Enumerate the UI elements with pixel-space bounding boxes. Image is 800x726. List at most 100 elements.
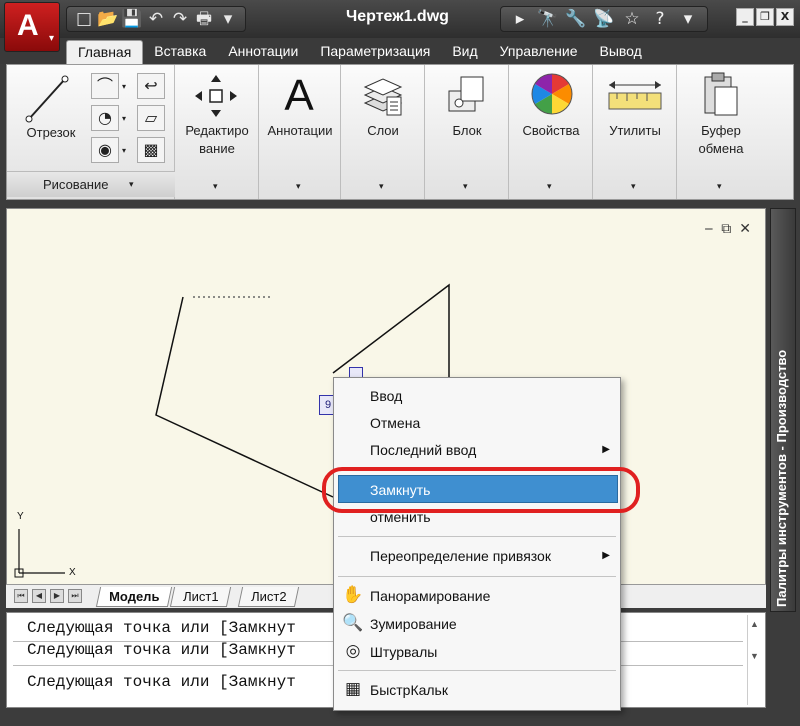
plot-icon[interactable]: 🖶 [193,7,215,31]
last-layout-icon[interactable]: ⏭ [68,589,82,603]
steeringwheel-icon: ◎ [345,641,361,661]
menu-separator [338,670,616,671]
menu-item-enter[interactable]: Ввод [370,388,402,404]
measure-icon [608,81,662,110]
menu-item-steeringwheels[interactable]: Штурвалы [370,644,437,660]
redo-icon[interactable]: ↷ [169,7,191,31]
hatch-icon[interactable]: ▩ [137,137,165,163]
menu-separator [338,576,616,577]
clipboard-panel[interactable]: Буфер обмена ▾ [677,65,793,199]
tab-model-label: Модель [109,589,160,604]
expand-icon[interactable]: ▸ [509,7,531,31]
line-tool-label[interactable]: Отрезок [15,125,87,140]
block-panel[interactable]: Блок ▾ [425,65,509,199]
tab-model[interactable]: Модель [95,587,173,607]
ucs-x-label: X [69,567,76,578]
minimize-icon[interactable]: _ [736,8,754,26]
polyline-dropdown-icon[interactable]: ▾ [122,82,126,91]
window-title: Чертеж1.dwg [346,8,449,25]
close-icon[interactable]: X [776,8,794,26]
rectangle-icon[interactable]: ▱ [137,105,165,131]
ribbon-tabs: Главная Вставка Аннотации Параметризация… [66,40,653,64]
menu-separator [338,536,616,537]
wrench-icon[interactable]: 🔧 [565,7,587,31]
title-bar: □ 📂 💾 ↶ ↷ 🖶 ▾ Чертеж1.dwg ▸ 🔭 🔧 📡 ☆ ? ▾ … [0,0,800,38]
restore-icon[interactable]: ❐ [756,8,774,26]
clipboard-caret-icon: ▾ [717,181,722,191]
tab-sheet1[interactable]: Лист1 [169,587,232,607]
satellite-icon[interactable]: 📡 [593,7,615,31]
command-prompt-line[interactable]: Следующая точка или [Замкнут [27,673,296,691]
scroll-up-icon[interactable]: ▲ [750,619,759,629]
app-menu-caret-icon: ▾ [48,33,54,44]
menu-item-snap-overrides[interactable]: Переопределение привязок [370,548,551,564]
application-menu-button[interactable]: A ▾ [4,2,60,52]
properties-caret-icon: ▾ [547,181,552,191]
next-layout-icon[interactable]: ▶ [50,589,64,603]
tool-palette-label: Палитры инструментов - Производство [774,349,789,607]
polyline-icon[interactable]: ⌒ [91,73,119,99]
ucs-y-label: Y [17,511,24,522]
tab-view[interactable]: Вид [441,40,488,64]
help-dropdown-icon[interactable]: ▾ [677,7,699,31]
modify-label-line1: Редактиро [185,123,249,138]
line-tool-icon[interactable] [23,73,71,125]
new-file-icon[interactable]: □ [73,7,95,31]
tab-parametric[interactable]: Параметризация [309,40,441,64]
tab-sheet1-label: Лист1 [183,589,219,604]
circle-dropdown-icon[interactable]: ▾ [122,114,126,123]
ellipse-icon[interactable]: ◉ [91,137,119,163]
ellipse-dropdown-icon[interactable]: ▾ [122,146,126,155]
command-scrollbar[interactable]: ▲ ▼ [747,615,763,705]
command-history-line: Следующая точка или [Замкнут [27,619,296,637]
first-layout-icon[interactable]: ⏮ [14,589,28,603]
open-file-icon[interactable]: 📂 [97,7,119,31]
block-label: Блок [452,123,482,138]
utilities-caret-icon: ▾ [631,181,636,191]
annotation-label: Аннотации [267,123,333,138]
tab-insert[interactable]: Вставка [143,40,217,64]
modify-caret-icon: ▾ [213,181,218,191]
favorites-star-icon[interactable]: ☆ [621,7,643,31]
modify-label-line2: вание [199,141,235,156]
utilities-panel[interactable]: Утилиты ▾ [593,65,677,199]
infocenter-toolbar: ▸ 🔭 🔧 📡 ☆ ? ▾ [500,6,708,32]
clipboard-label-line2: обмена [698,141,744,156]
menu-item-quickcalc[interactable]: БыстрКальк [370,682,448,698]
circle-icon[interactable]: ◔ [91,105,119,131]
tab-annotate[interactable]: Аннотации [217,40,309,64]
menu-item-recent-input[interactable]: Последний ввод [370,442,476,458]
menu-item-zoom[interactable]: Зумирование [370,616,457,632]
properties-label: Свойства [522,123,580,138]
layers-panel[interactable]: Слои ▾ [341,65,425,199]
tab-home[interactable]: Главная [66,40,144,64]
help-icon[interactable]: ? [649,7,671,31]
scroll-down-icon[interactable]: ▼ [750,651,759,661]
undo-icon[interactable]: ↶ [145,7,167,31]
properties-panel[interactable]: Свойства ▾ [509,65,593,199]
tab-manage[interactable]: Управление [489,40,589,64]
zoom-icon: 🔍 [342,613,364,633]
autocad-logo-icon: A [17,9,39,42]
window-controls: _ ❐ X [736,8,794,26]
draw-panel-label: Рисование [43,177,109,192]
annotation-text-icon: A [284,71,314,120]
annotation-caret-icon: ▾ [296,181,301,191]
menu-item-cancel[interactable]: Отмена [370,415,420,431]
tool-palette-strip[interactable]: Палитры инструментов - Производство [770,208,796,612]
prev-layout-icon[interactable]: ◀ [32,589,46,603]
menu-item-pan[interactable]: Панорамирование [370,588,490,604]
tab-sheet2[interactable]: Лист2 [237,587,300,607]
draw-panel-title-bar[interactable]: Рисование ▾ [7,171,175,197]
modify-panel[interactable]: Редактиро вание ▾ [175,65,259,199]
qat-dropdown-icon[interactable]: ▾ [217,7,239,31]
ribbon: Отрезок ⌒ ▾ ↩ ◔ ▾ ▱ ◉ ▾ ▩ Рисование ▾ Ре… [6,64,794,200]
annotation-panel[interactable]: A Аннотации ▾ [259,65,341,199]
context-menu: Ввод Отмена Последний ввод ▶ Замкнуть от… [333,377,621,711]
arc-icon[interactable]: ↩ [137,73,165,99]
draw-panel-caret-icon: ▾ [129,179,134,189]
binoculars-icon[interactable]: 🔭 [537,7,559,31]
block-caret-icon: ▾ [463,181,468,191]
save-icon[interactable]: 💾 [121,7,143,31]
tab-output[interactable]: Вывод [589,40,653,64]
